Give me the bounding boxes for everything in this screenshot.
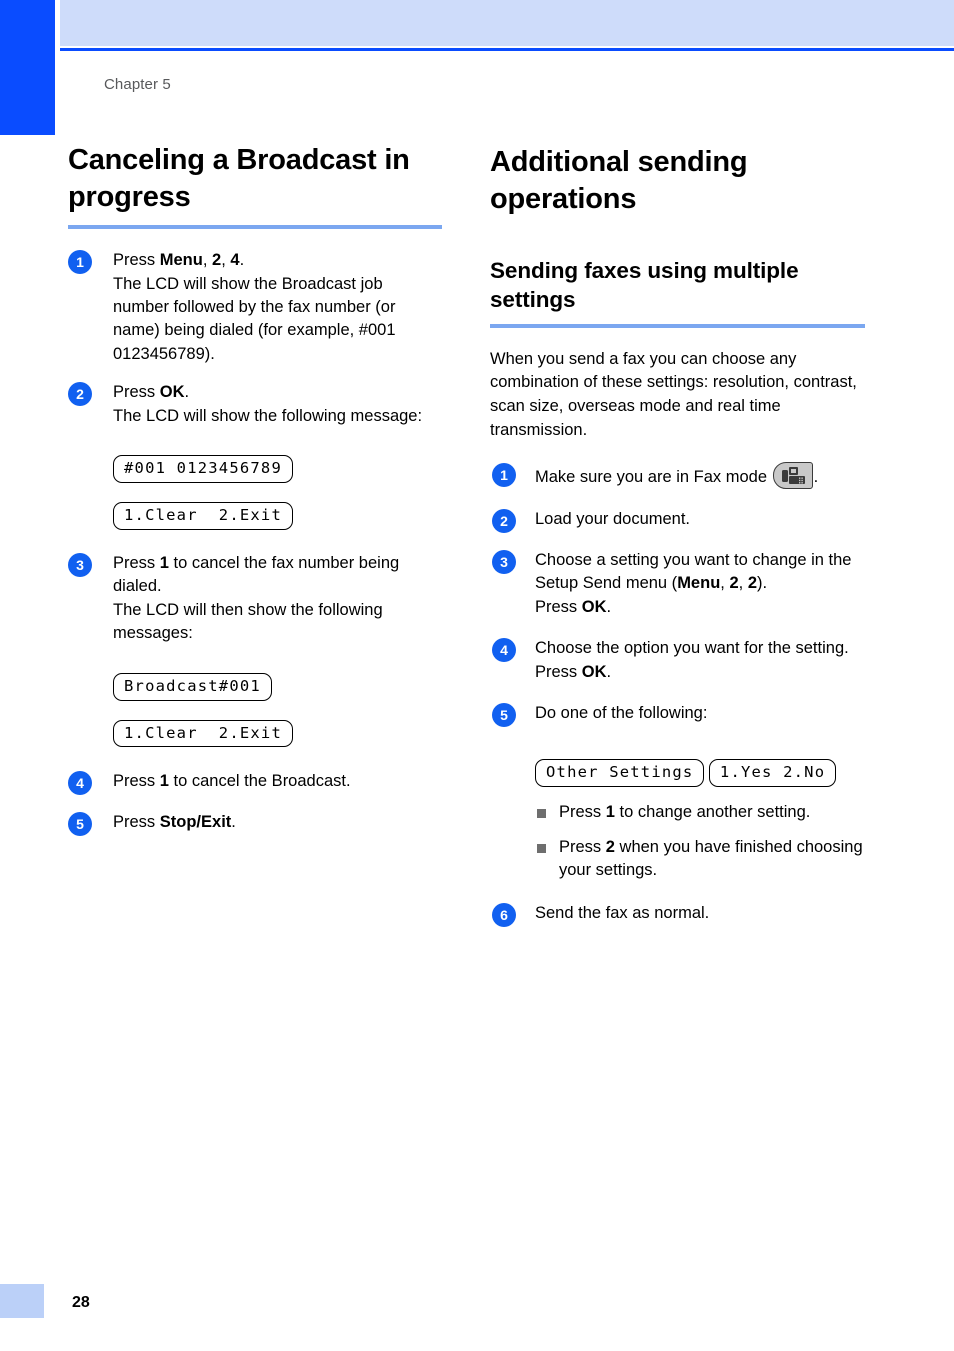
right-heading-rule: [490, 323, 865, 328]
step-item: 6 Send the fax as normal.: [490, 902, 865, 927]
step-item: 4 Press 1 to cancel the Broadcast.: [68, 770, 442, 796]
step-number-badge: 1: [492, 463, 516, 488]
left-column: Canceling a Broadcast in progress 1 Pres…: [68, 134, 442, 849]
list-item-label: Press 2 when you have finished choosing …: [559, 837, 863, 880]
step-text-trail: .: [813, 468, 819, 487]
step-text: Send the fax as normal.: [535, 903, 710, 922]
lcd-display-group: #001 0123456789 1.Clear 2.Exit: [68, 443, 442, 530]
step-number-badge: 6: [492, 902, 516, 927]
list-item-label: Press 1 to change another setting.: [559, 803, 811, 822]
intro-paragraph: When you send a fax you can choose any c…: [490, 349, 857, 439]
lcd-display: 1.Yes 2.No: [708, 759, 837, 788]
square-bullet-icon: [537, 843, 546, 853]
step-number-badge: 5: [68, 811, 92, 836]
step-text: Press OK. The LCD will show the following…: [113, 383, 423, 425]
page-number: 28: [72, 1294, 90, 1311]
step-number-badge: 1: [68, 250, 92, 275]
step-number-badge: 4: [68, 771, 92, 796]
right-subsection-heading: Sending faxes using multiple settings: [490, 258, 799, 313]
step-text: Load your document.: [535, 509, 691, 528]
left-section-heading: Canceling a Broadcast in progress: [68, 144, 410, 214]
header-band: [60, 0, 954, 46]
step-number-badge: 3: [68, 552, 92, 577]
right-column: Additional sending operations Sending fa…: [490, 134, 865, 940]
lcd-display-group: Broadcast#001 1.Clear 2.Exit: [68, 661, 442, 748]
list-item: Press 2 when you have finished choosing …: [535, 836, 865, 883]
lcd-display: Other Settings: [535, 759, 705, 788]
lcd-display: 1.Clear 2.Exit: [113, 502, 293, 530]
lcd-display: #001 0123456789: [113, 455, 293, 484]
step-text-lead: Make sure you are in Fax mode: [535, 468, 772, 487]
step-item: 2 Press OK. The LCD will show the followi…: [68, 381, 442, 428]
step-number-badge: 5: [492, 703, 516, 728]
lcd-display: Broadcast#001: [113, 672, 272, 701]
step-text: Press Menu, 2, 4. The LCD will show the B…: [113, 251, 396, 363]
step-number-badge: 2: [68, 382, 92, 407]
step-text: Choose the option you want for the setti…: [535, 639, 849, 681]
step-item: 3 Choose a setting you want to change in…: [490, 549, 865, 619]
step-item: 1 Press Menu, 2, 4. The LCD will show the…: [68, 249, 442, 366]
chapter-label: Chapter 5: [104, 76, 171, 93]
right-section-heading: Additional sending operations: [490, 146, 748, 216]
step-text: Do one of the following:: [535, 704, 708, 723]
step-text: Make sure you are in Fax mode .: [535, 462, 865, 490]
step-item: 2 Load your document.: [490, 508, 865, 533]
lcd-display: 1.Clear 2.Exit: [113, 719, 293, 748]
step-item: 4 Choose the option you want for the set…: [490, 637, 865, 684]
square-bullet-icon: [537, 809, 546, 819]
step-item: 5 Do one of the following:: [490, 702, 865, 728]
header-rule: [60, 48, 954, 51]
step-item: 3 Press 1 to cancel the fax number being…: [68, 552, 442, 646]
footer-color-block: [0, 1284, 44, 1318]
fax-mode-icon: [772, 462, 813, 490]
page-edge-tab: [0, 0, 55, 135]
left-heading-rule: [68, 225, 442, 230]
step-number-badge: 2: [492, 508, 516, 533]
step-number-badge: 3: [492, 549, 516, 574]
step-text: Press 1 to cancel the Broadcast.: [113, 772, 351, 791]
step-number-badge: 4: [492, 638, 516, 663]
bullet-list: Press 1 to change another setting. Press…: [490, 801, 865, 882]
step-text: Press 1 to cancel the fax number being d…: [113, 553, 400, 643]
step-item: 1 Make sure you are in Fax mode .: [490, 462, 865, 490]
step-item: 5 Press Stop/Exit.: [68, 811, 442, 836]
step-text: Choose a setting you want to change in t…: [535, 550, 852, 616]
list-item: Press 1 to change another setting.: [535, 801, 865, 824]
lcd-display-group: Other Settings 1.Yes 2.No: [490, 740, 865, 788]
step-text: Press Stop/Exit.: [113, 812, 236, 831]
